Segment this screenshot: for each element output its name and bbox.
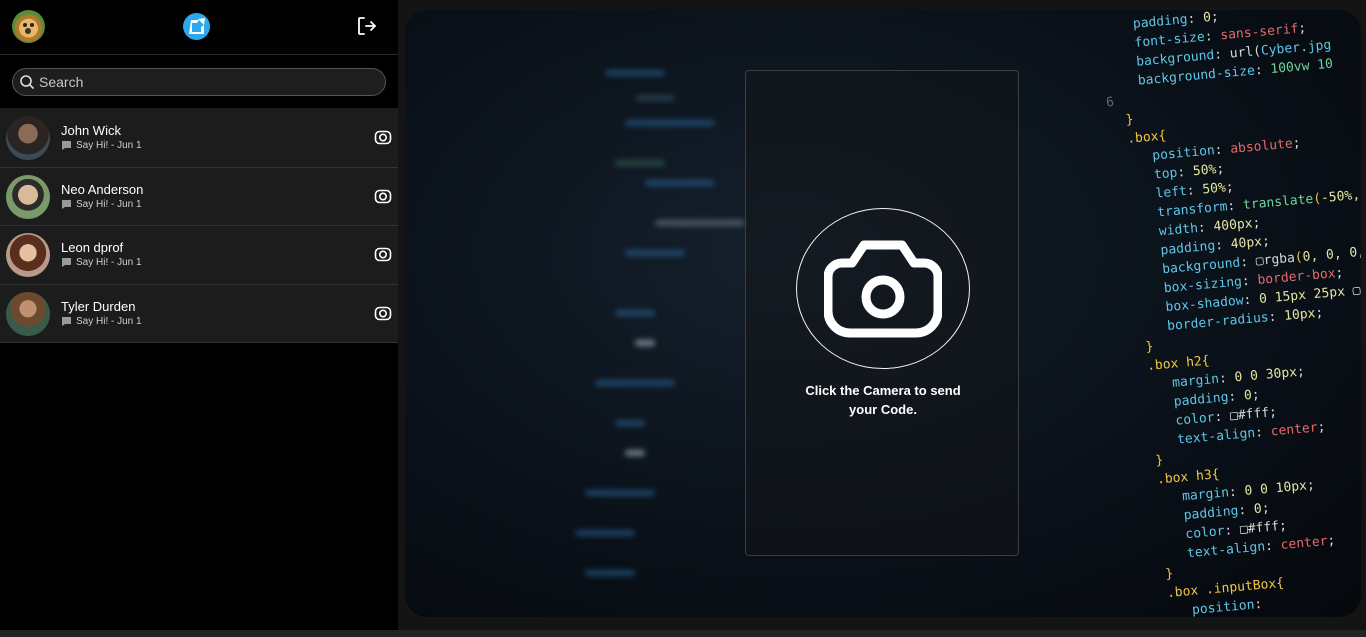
contact-name: Leon dprof	[61, 240, 124, 255]
camera-icon[interactable]	[374, 245, 392, 263]
avatar	[6, 174, 50, 219]
contact-name: Neo Anderson	[61, 181, 144, 197]
contact-preview: Say Hi! - Jun 1	[61, 199, 142, 210]
camera-button[interactable]	[796, 208, 970, 369]
sidebar-header	[0, 0, 398, 55]
message-preview: Say Hi! - Jun 1	[76, 257, 142, 268]
chat-logo-icon	[183, 13, 210, 40]
message-preview: Say Hi! - Jun 1	[76, 140, 142, 151]
message-icon	[62, 199, 71, 209]
avatar	[6, 116, 50, 160]
avatar	[6, 291, 50, 336]
app-window: John Wick Say Hi! - Jun 1 Neo Anderson S…	[0, 0, 1366, 637]
camera-icon[interactable]	[374, 304, 392, 322]
bottom-strip	[0, 630, 1366, 637]
search-bar	[0, 55, 398, 109]
message-preview: Say Hi! - Jun 1	[76, 198, 142, 210]
contact-list: John Wick Say Hi! - Jun 1 Neo Anderson S…	[0, 109, 398, 343]
main-panel: margin: padding: 0; font-size: sans-seri…	[405, 10, 1361, 617]
contact-row-tyler-durden[interactable]: Tyler Durden Say Hi! - Jun 1	[0, 284, 398, 343]
background-code-snippet: margin: padding: 0; font-size: sans-seri…	[1105, 10, 1361, 617]
my-avatar[interactable]	[12, 10, 45, 43]
contact-name: John Wick	[61, 123, 121, 138]
contact-preview: Say Hi! - Jun 1	[61, 140, 142, 151]
contact-preview: Say Hi! - Jun 1	[61, 257, 142, 268]
search-field	[12, 68, 386, 96]
camera-icon[interactable]	[374, 187, 392, 205]
background-code-blur	[485, 50, 785, 610]
message-preview: Say Hi! - Jun 1	[76, 315, 142, 327]
contact-preview: Say Hi! - Jun 1	[61, 316, 142, 327]
message-icon	[62, 141, 71, 150]
contact-name: Tyler Durden	[61, 298, 136, 314]
cta-line-2: your Code.	[849, 402, 917, 417]
sidebar: John Wick Say Hi! - Jun 1 Neo Anderson S…	[0, 0, 398, 630]
message-icon	[62, 258, 71, 267]
contact-row-leon-dprof[interactable]: Leon dprof Say Hi! - Jun 1	[0, 226, 398, 285]
avatar	[6, 233, 50, 277]
cta-line-1: Click the Camera to send	[805, 383, 961, 398]
contact-row-neo-anderson[interactable]: Neo Anderson Say Hi! - Jun 1	[0, 167, 398, 226]
send-code-panel: Click the Camera to send your Code.	[745, 70, 1019, 556]
contact-row-john-wick[interactable]: John Wick Say Hi! - Jun 1	[0, 109, 398, 168]
camera-icon	[824, 240, 942, 338]
logout-icon[interactable]	[356, 15, 378, 37]
search-icon	[20, 75, 34, 89]
message-icon	[62, 316, 71, 326]
camera-icon[interactable]	[374, 128, 392, 146]
search-input[interactable]	[39, 69, 369, 95]
send-code-instructions: Click the Camera to send your Code.	[746, 381, 1020, 419]
